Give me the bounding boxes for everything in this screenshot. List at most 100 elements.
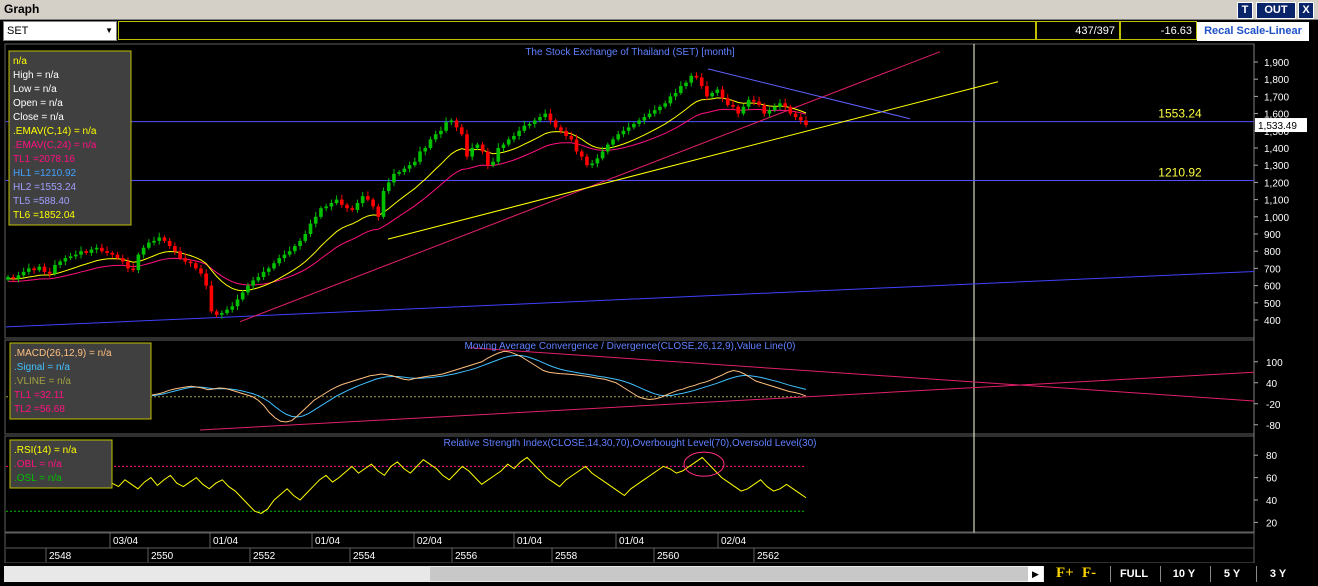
- candle-body: [746, 99, 751, 107]
- x-month-label: 02/04: [417, 536, 442, 547]
- candle-body: [162, 237, 167, 241]
- candle-body: [79, 251, 83, 255]
- candle-body: [475, 144, 480, 148]
- rsi-chart-title: Relative Strength Index(CLOSE,14,30,70),…: [444, 438, 817, 449]
- y-tick-label: 400: [1264, 316, 1281, 327]
- y-tick-label: 900: [1264, 230, 1281, 241]
- candle-body: [772, 106, 777, 111]
- candle-body: [21, 271, 26, 276]
- candle-body: [329, 203, 334, 207]
- candle-body: [736, 106, 741, 114]
- x-year-label: 2562: [757, 551, 780, 562]
- candle-body: [679, 86, 683, 93]
- candle-body: [209, 285, 214, 312]
- candle-body: [376, 206, 381, 217]
- x-month-label: 01/04: [213, 536, 238, 547]
- candle-body: [449, 120, 454, 123]
- candle-body: [256, 277, 261, 281]
- candle-body: [694, 75, 699, 78]
- x-year-label: 2552: [253, 551, 276, 562]
- candle-body: [366, 196, 370, 200]
- candle-body: [757, 101, 761, 105]
- candle-body: [319, 208, 323, 217]
- candle-body: [684, 82, 688, 87]
- candle-body: [496, 148, 501, 162]
- legend-item: .Signal = n/a: [14, 362, 70, 373]
- scroll-right-icon[interactable]: ▶: [1028, 566, 1043, 582]
- candle-body: [564, 130, 568, 136]
- candle-body: [470, 148, 475, 157]
- horizontal-line-label: 1553.24: [1158, 107, 1202, 121]
- zoom-out-button[interactable]: F-: [1082, 565, 1096, 582]
- 10y-button[interactable]: 10 Y: [1160, 566, 1207, 582]
- candle-body: [783, 103, 787, 107]
- candle-body: [788, 106, 793, 114]
- candle-body: [402, 168, 407, 173]
- candle-body: [579, 151, 584, 157]
- x-year-label: 2548: [49, 551, 72, 562]
- x-year-label: 2554: [353, 551, 376, 562]
- legend-item: TL1 =32.11: [14, 390, 65, 401]
- candle-body: [486, 151, 490, 166]
- candle-body: [339, 199, 344, 205]
- candle-body: [261, 271, 266, 277]
- y-tick-label: 20: [1266, 518, 1278, 529]
- legend-item: Low = n/a: [13, 84, 57, 95]
- candle-body: [689, 75, 694, 83]
- scroll-thumb[interactable]: [430, 567, 1030, 581]
- candle-body: [282, 254, 287, 259]
- candle-body: [590, 163, 594, 166]
- candle-body: [131, 268, 135, 271]
- zoom-in-button[interactable]: F+: [1056, 565, 1074, 582]
- x-month-label: 01/04: [517, 536, 542, 547]
- candle-body: [42, 266, 47, 272]
- candle-body: [303, 234, 308, 241]
- y-tick-label: -20: [1266, 400, 1281, 411]
- candle-body: [120, 258, 125, 262]
- y-tick-label: 800: [1264, 247, 1281, 258]
- candle-body: [193, 263, 198, 269]
- x-year-label: 2558: [555, 551, 578, 562]
- legend-item: .EMAV(C,14) = n/a: [13, 126, 97, 137]
- legend-item: Open = n/a: [13, 98, 63, 109]
- candle-body: [287, 251, 292, 255]
- candle-body: [532, 120, 537, 124]
- candle-body: [731, 105, 735, 107]
- candle-body: [199, 268, 203, 274]
- candle-body: [371, 199, 375, 207]
- candle-body: [626, 127, 631, 131]
- candle-body: [53, 264, 57, 274]
- 3y-button[interactable]: 3 Y: [1256, 566, 1299, 582]
- x-month-label: 03/04: [113, 536, 138, 547]
- candle-body: [517, 130, 521, 136]
- candle-body: [658, 106, 662, 111]
- legend-item: TL2 =56.68: [14, 404, 65, 415]
- candle-body: [115, 254, 120, 259]
- 5y-button[interactable]: 5 Y: [1210, 566, 1253, 582]
- y-tick-label: 1,200: [1264, 178, 1289, 189]
- candle-body: [84, 251, 89, 253]
- y-tick-label: 60: [1266, 474, 1278, 485]
- legend-item: HL2 =1553.24: [13, 182, 77, 193]
- candle-body: [637, 120, 641, 124]
- last-value-label: 1,533.49: [1258, 121, 1297, 132]
- candle-body: [32, 268, 36, 271]
- candle-body: [553, 120, 558, 128]
- candle-body: [68, 256, 73, 259]
- candle-body: [272, 263, 276, 269]
- y-tick-label: 40: [1266, 379, 1278, 390]
- panel-frame: [4, 435, 1255, 533]
- full-button[interactable]: FULL: [1110, 566, 1157, 582]
- candle-body: [220, 313, 224, 315]
- candle-body: [439, 130, 443, 135]
- candle-body: [100, 247, 104, 252]
- legend-item: .MACD(26,12,9) = n/a: [14, 348, 112, 359]
- candle-body: [699, 77, 704, 87]
- y-tick-label: -80: [1266, 421, 1281, 432]
- candle-body: [522, 125, 527, 131]
- candle-body: [725, 98, 730, 105]
- x-month-label: 01/04: [315, 536, 340, 547]
- candle-body: [89, 249, 94, 253]
- candle-body: [266, 268, 271, 272]
- candle-body: [110, 252, 115, 255]
